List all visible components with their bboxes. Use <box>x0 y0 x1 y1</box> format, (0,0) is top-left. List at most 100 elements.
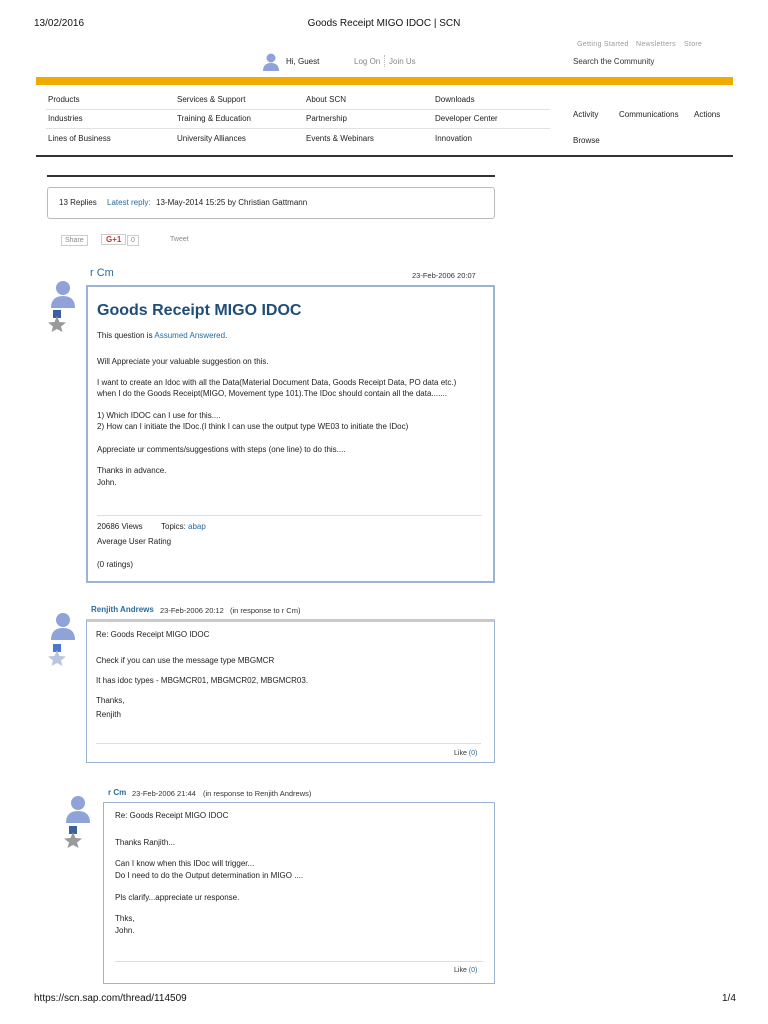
newsletters-link[interactable]: Newsletters <box>636 41 676 48</box>
post-paragraph: Pls clarify...appreciate ur response. <box>115 893 240 902</box>
user-icon <box>66 796 90 823</box>
original-post-box: Goods Receipt MIGO IDOC This question is… <box>86 285 495 583</box>
google-plus-count: 0 <box>127 235 139 246</box>
post-paragraph: I want to create an Idoc with all the Da… <box>97 378 457 387</box>
reply-title: Re: Goods Receipt MIGO IDOC <box>115 811 229 820</box>
share-button[interactable]: Share <box>61 235 88 246</box>
nav-innovation[interactable]: Innovation <box>435 134 472 143</box>
nav-university-alliances[interactable]: University Alliances <box>177 134 246 143</box>
join-us-link[interactable]: Join Us <box>389 57 416 66</box>
in-response-to: (in response to r Cm) <box>230 606 301 615</box>
getting-started-link[interactable]: Getting Started <box>577 41 629 48</box>
post-author[interactable]: r Cm <box>90 267 114 279</box>
rank-badge <box>48 644 66 666</box>
post-paragraph: Thanks, <box>96 696 125 705</box>
nav-lines-of-business[interactable]: Lines of Business <box>48 134 111 143</box>
post-paragraph: 2) How can I initiate the IDoc.(I think … <box>97 422 409 431</box>
reply-date: 23-Feb-2006 21:44 <box>132 789 196 798</box>
post-paragraph: when I do the Goods Receipt(MIGO, Moveme… <box>97 389 447 398</box>
post-paragraph: It has idoc types - MBGMCR01, MBGMCR02, … <box>96 676 309 685</box>
guest-greeting: Hi, Guest <box>286 57 320 66</box>
link-divider <box>384 55 385 67</box>
nav-divider <box>46 109 550 110</box>
post-paragraph: Will Appreciate your valuable suggestion… <box>97 357 269 366</box>
like-count[interactable]: (0) <box>469 967 478 974</box>
status-prefix: This question is <box>97 331 153 340</box>
star-badge-icon <box>64 826 82 848</box>
like-label[interactable]: Like <box>454 750 467 757</box>
nav-products[interactable]: Products <box>48 95 80 104</box>
nav-browse[interactable]: Browse <box>573 136 600 145</box>
print-page-number: 1/4 <box>722 993 736 1004</box>
post-footer-divider <box>97 515 482 516</box>
rating-count: (0 ratings) <box>97 560 134 569</box>
print-title: Goods Receipt MIGO IDOC | SCN <box>307 18 461 29</box>
post-paragraph: Thks, <box>115 914 135 923</box>
reply-author[interactable]: r Cm <box>108 788 126 797</box>
like-label[interactable]: Like <box>454 967 467 974</box>
topics-label: Topics: <box>161 522 186 531</box>
nav-training-education[interactable]: Training & Education <box>177 114 251 123</box>
post-paragraph: Renjith <box>96 710 121 719</box>
store-link[interactable]: Store <box>684 41 702 48</box>
google-plus-button[interactable]: G+1 <box>101 234 127 245</box>
nav-services-support[interactable]: Services & Support <box>177 95 245 104</box>
post-paragraph: Thanks Ranjith... <box>115 838 176 847</box>
reply-title: Re: Goods Receipt MIGO IDOC <box>96 630 210 639</box>
post-paragraph: Do I need to do the Output determination… <box>115 871 304 880</box>
nav-about-scn[interactable]: About SCN <box>306 95 346 104</box>
topic-tag-abap[interactable]: abap <box>188 521 206 532</box>
log-on-link[interactable]: Log On <box>354 57 380 66</box>
like-count[interactable]: (0) <box>469 750 478 757</box>
nav-communications[interactable]: Communications <box>619 110 679 119</box>
star-badge-icon <box>48 644 66 666</box>
reply-box: Re: Goods Receipt MIGO IDOC Check if you… <box>86 619 495 763</box>
nav-downloads[interactable]: Downloads <box>435 95 475 104</box>
like-button[interactable]: Like (0) <box>454 967 477 974</box>
nav-developer-center[interactable]: Developer Center <box>435 114 498 123</box>
brand-accent-bar <box>36 77 733 85</box>
nav-activity[interactable]: Activity <box>573 110 598 119</box>
post-paragraph: Check if you can use the message type MB… <box>96 656 275 665</box>
post-paragraph: John. <box>97 478 117 487</box>
status-suffix: . <box>225 331 228 340</box>
latest-reply-text: 13-May-2014 15:25 by Christian Gattmann <box>156 198 308 207</box>
in-response-to: (in response to Renjith Andrews) <box>203 789 312 798</box>
thread-info-box: 13 Replies Latest reply: 13-May-2014 15:… <box>47 187 495 219</box>
rank-badge <box>48 310 66 332</box>
post-paragraph: Appreciate ur comments/suggestions with … <box>97 445 346 454</box>
print-url: https://scn.sap.com/thread/114509 <box>34 993 187 1004</box>
tweet-button[interactable]: Tweet <box>170 236 189 243</box>
thread-title: Goods Receipt MIGO IDOC <box>97 302 302 319</box>
post-paragraph: John. <box>115 926 135 935</box>
guest-avatar <box>263 53 279 71</box>
nav-divider <box>46 128 550 129</box>
nav-actions[interactable]: Actions <box>694 110 720 119</box>
post-date: 23-Feb-2006 20:07 <box>412 271 476 280</box>
like-button[interactable]: Like (0) <box>454 750 477 757</box>
user-icon <box>51 281 75 308</box>
nav-partnership[interactable]: Partnership <box>306 114 347 123</box>
nav-events-webinars[interactable]: Events & Webinars <box>306 134 374 143</box>
search-input[interactable]: Search the Community <box>573 57 654 66</box>
avatar[interactable] <box>65 795 91 823</box>
reply-footer-divider <box>96 743 481 744</box>
reply-date: 23-Feb-2006 20:12 <box>160 606 224 615</box>
post-paragraph: Thanks in advance. <box>97 466 167 475</box>
user-icon <box>51 613 75 640</box>
nav-industries[interactable]: Industries <box>48 114 83 123</box>
post-paragraph: 1) Which IDOC can I use for this.... <box>97 411 221 420</box>
reply-author[interactable]: Renjith Andrews <box>91 605 154 614</box>
status-assumed-answered[interactable]: Assumed Answered <box>154 331 225 340</box>
header-bottom-rule <box>36 155 733 157</box>
post-paragraph: Can I know when this IDoc will trigger..… <box>115 859 255 868</box>
latest-reply-link[interactable]: Latest reply: <box>107 198 151 207</box>
thread-top-rule <box>47 175 495 177</box>
avatar[interactable] <box>50 612 76 640</box>
user-icon <box>263 53 279 71</box>
view-count: 20686 Views <box>97 522 143 531</box>
rank-badge <box>64 826 82 848</box>
avatar[interactable] <box>50 280 76 308</box>
reply-footer-divider <box>115 961 483 962</box>
reply-box: Re: Goods Receipt MIGO IDOC Thanks Ranji… <box>103 802 495 984</box>
